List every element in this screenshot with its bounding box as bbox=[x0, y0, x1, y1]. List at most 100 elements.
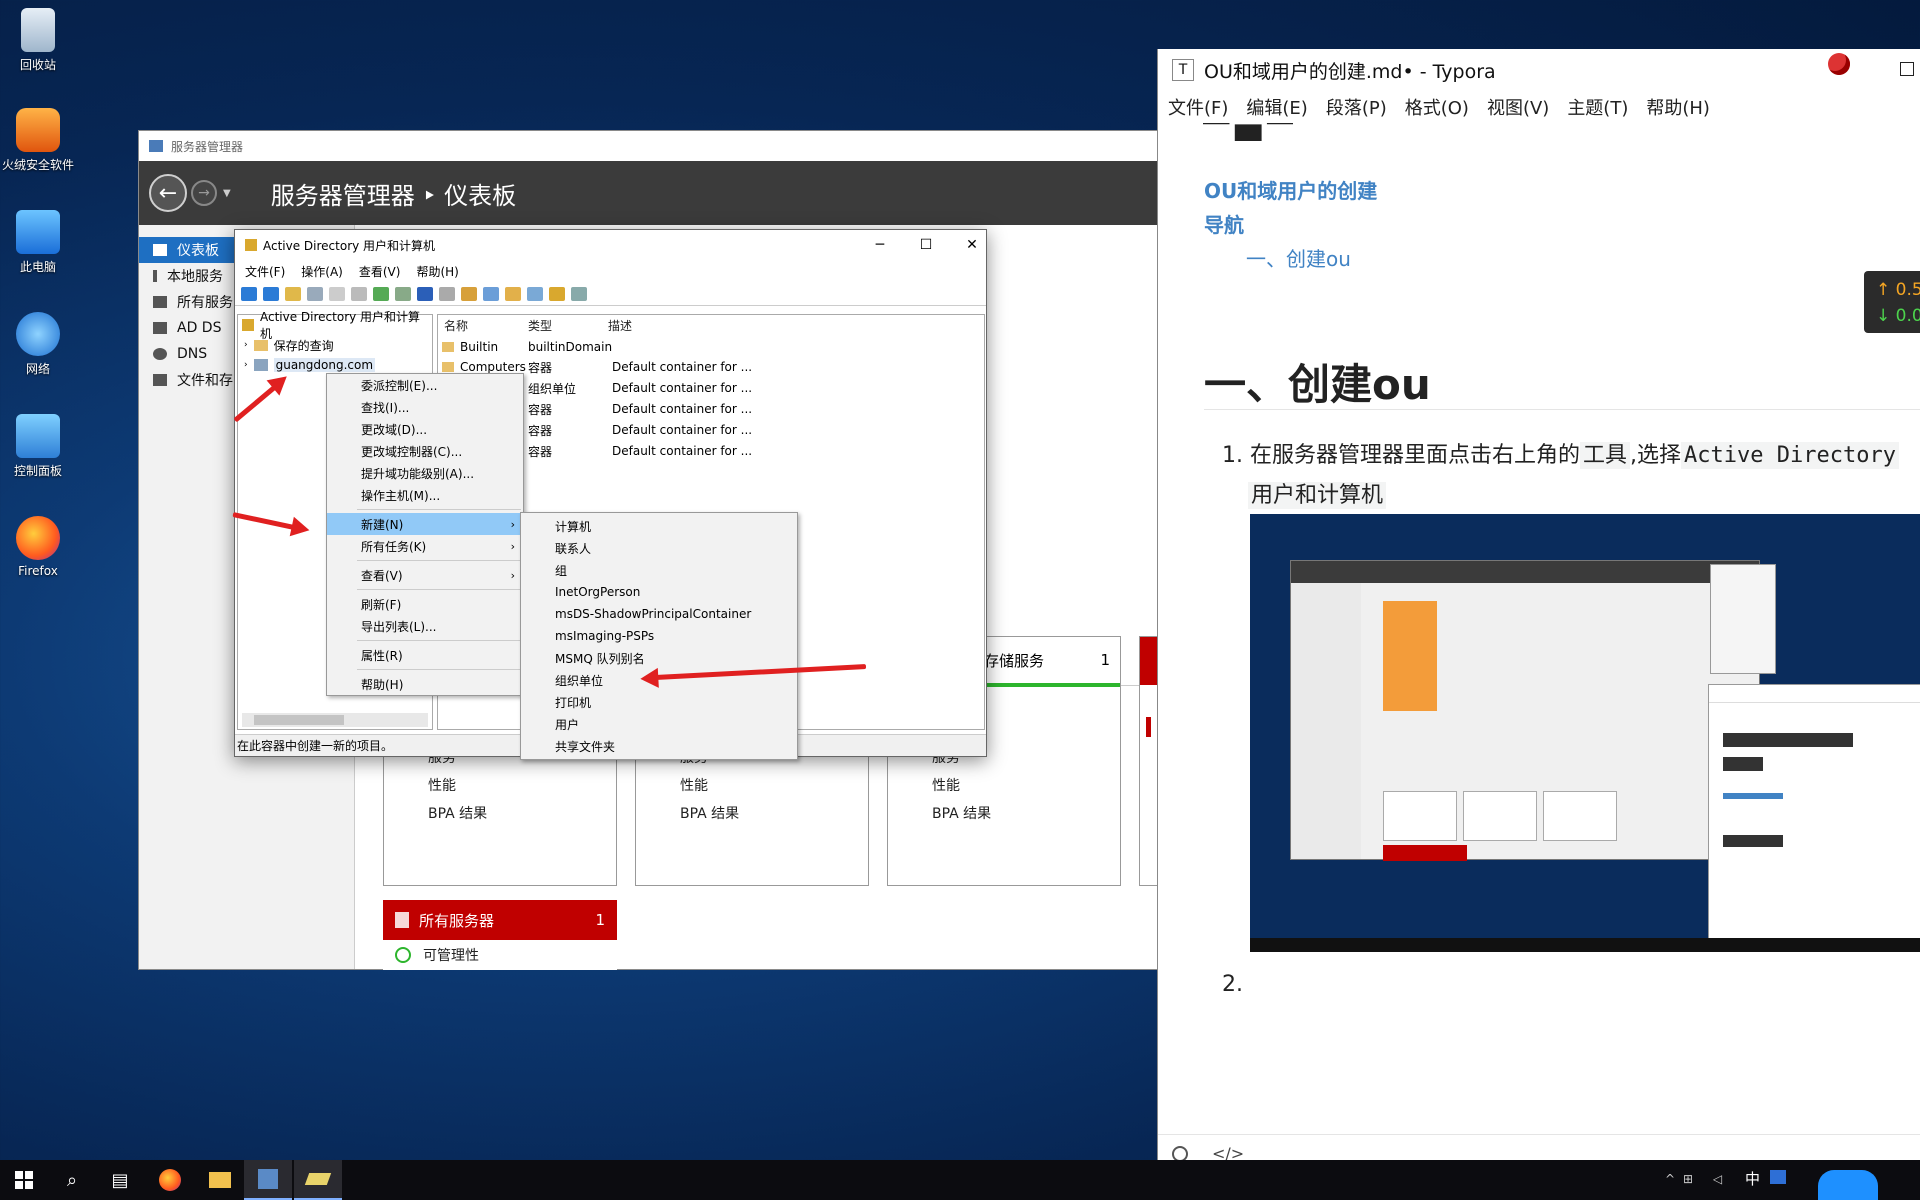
new-msmq-alias[interactable]: MSMQ 队列别名 bbox=[521, 647, 797, 669]
menu-item-operations-masters[interactable]: 操作主机(M)... bbox=[327, 484, 523, 506]
tile-performance[interactable]: 性能 bbox=[932, 775, 960, 795]
ime-indicator[interactable]: 中 bbox=[1745, 1168, 1760, 1189]
new-group-icon[interactable] bbox=[483, 286, 499, 301]
help-icon[interactable] bbox=[417, 286, 433, 301]
expand-icon[interactable]: › bbox=[244, 340, 248, 350]
col-name[interactable]: 名称 bbox=[444, 317, 468, 334]
menu-action[interactable]: 操作(A) bbox=[301, 263, 343, 280]
back-icon[interactable] bbox=[241, 286, 257, 301]
tile-performance[interactable]: 性能 bbox=[680, 775, 708, 795]
menu-paragraph[interactable]: 段落(P) bbox=[1326, 94, 1387, 120]
search-icon[interactable]: ⌕ bbox=[48, 1160, 96, 1200]
new-printer[interactable]: 打印机 bbox=[521, 691, 797, 713]
server-manager-taskbar-icon[interactable] bbox=[244, 1160, 292, 1200]
tree-scrollbar[interactable] bbox=[242, 713, 428, 727]
typora-taskbar-icon[interactable] bbox=[294, 1160, 342, 1200]
tile-bpa[interactable]: BPA 结果 bbox=[680, 803, 739, 823]
huorong-icon[interactable]: 火绒安全软件 bbox=[2, 108, 74, 173]
filter-icon[interactable] bbox=[527, 286, 543, 301]
firefox-icon[interactable]: Firefox bbox=[2, 516, 74, 578]
close-button[interactable]: ✕ bbox=[949, 230, 995, 260]
step-1-text-a: 在服务器管理器里面点击右上角的 bbox=[1249, 443, 1580, 468]
system-tray-icons[interactable]: ^⊞ ◁ bbox=[1665, 1172, 1730, 1186]
toc-link-nav[interactable]: 导航 bbox=[1204, 208, 1377, 242]
tree-root[interactable]: Active Directory 用户和计算机 bbox=[238, 310, 432, 341]
new-shadow-principal-container[interactable]: msDS-ShadowPrincipalContainer bbox=[521, 603, 797, 625]
delegate-icon[interactable] bbox=[571, 286, 587, 301]
history-dropdown-icon[interactable]: ▼ bbox=[223, 188, 231, 199]
typora-titlebar[interactable]: T OU和域用户的创建.md• - Typora bbox=[1158, 49, 1920, 91]
menu-edit[interactable]: 编辑(E) bbox=[1246, 94, 1307, 120]
menu-help[interactable]: 帮助(H) bbox=[1646, 94, 1710, 120]
toc-link-title[interactable]: OU和域用户的创建 bbox=[1204, 174, 1377, 208]
tile-performance[interactable]: 性能 bbox=[428, 775, 456, 795]
menu-view[interactable]: 查看(V) bbox=[359, 263, 401, 280]
notification-icon[interactable] bbox=[1828, 53, 1850, 75]
firefox-taskbar-icon[interactable] bbox=[146, 1160, 194, 1200]
all-servers-manageability[interactable]: 可管理性 bbox=[423, 945, 479, 965]
file-explorer-icon[interactable] bbox=[196, 1160, 244, 1200]
network-icon[interactable]: 网络 bbox=[2, 312, 74, 377]
forward-button[interactable]: → bbox=[191, 180, 217, 206]
new-shared-folder[interactable]: 共享文件夹 bbox=[521, 735, 797, 757]
refresh-icon[interactable] bbox=[373, 286, 389, 301]
up-folder-icon[interactable] bbox=[285, 286, 301, 301]
menu-file[interactable]: 文件(F) bbox=[245, 263, 285, 280]
expand-icon[interactable]: › bbox=[244, 360, 248, 370]
find-icon[interactable] bbox=[549, 286, 565, 301]
menu-item-raise-level[interactable]: 提升域功能级别(A)... bbox=[327, 462, 523, 484]
new-msimaging-psps[interactable]: msImaging-PSPs bbox=[521, 625, 797, 647]
export-icon[interactable] bbox=[395, 286, 411, 301]
tile-bpa[interactable]: BPA 结果 bbox=[428, 803, 487, 823]
new-computer[interactable]: 计算机 bbox=[521, 515, 797, 537]
clipboard-icon[interactable] bbox=[329, 286, 345, 301]
menu-item-view[interactable]: 查看(V) › bbox=[327, 564, 523, 586]
tile-bpa[interactable]: BPA 结果 bbox=[932, 803, 991, 823]
col-type[interactable]: 类型 bbox=[528, 317, 552, 334]
menu-item-properties[interactable]: 属性(R) bbox=[327, 644, 523, 666]
forward-icon[interactable] bbox=[263, 286, 279, 301]
table-row[interactable]: Builtin builtinDomain bbox=[442, 337, 612, 357]
menu-file[interactable]: 文件(F) bbox=[1168, 94, 1228, 120]
menu-item-all-tasks[interactable]: 所有任务(K) › bbox=[327, 535, 523, 557]
control-panel-icon[interactable]: 控制面板 bbox=[2, 414, 74, 479]
new-contact[interactable]: 联系人 bbox=[521, 537, 797, 559]
col-desc[interactable]: 描述 bbox=[608, 317, 632, 334]
menu-item-find[interactable]: 查找(I)... bbox=[327, 396, 523, 418]
new-user-icon[interactable] bbox=[461, 286, 477, 301]
embedded-screenshot[interactable] bbox=[1250, 514, 1920, 952]
recycle-bin-icon[interactable]: 回收站 bbox=[2, 8, 74, 73]
new-inetorgperson[interactable]: InetOrgPerson bbox=[521, 581, 797, 603]
new-group[interactable]: 组 bbox=[521, 559, 797, 581]
ime-toolbar[interactable] bbox=[1818, 1170, 1878, 1200]
this-pc-icon[interactable]: 此电脑 bbox=[2, 210, 74, 275]
menu-item-refresh[interactable]: 刷新(F) bbox=[327, 593, 523, 615]
baidu-ime-icon[interactable] bbox=[1770, 1170, 1786, 1184]
menu-format[interactable]: 格式(O) bbox=[1405, 94, 1469, 120]
server-manager-titlebar[interactable]: 服务器管理器 bbox=[139, 131, 1157, 161]
maximize-button[interactable]: ☐ bbox=[903, 230, 949, 260]
back-button[interactable]: ← bbox=[149, 174, 187, 212]
properties-icon[interactable] bbox=[351, 286, 367, 301]
task-view-icon[interactable]: ▤ bbox=[96, 1160, 144, 1200]
menu-help[interactable]: 帮助(H) bbox=[416, 263, 458, 280]
show-tree-icon[interactable] bbox=[307, 286, 323, 301]
menu-item-change-dc[interactable]: 更改域控制器(C)... bbox=[327, 440, 523, 462]
menu-theme[interactable]: 主题(T) bbox=[1567, 94, 1628, 120]
new-user[interactable]: 用户 bbox=[521, 713, 797, 735]
minimize-button[interactable]: ─ bbox=[857, 230, 903, 260]
menu-item-new[interactable]: 新建(N) › bbox=[327, 513, 523, 535]
menu-item-help[interactable]: 帮助(H) bbox=[327, 673, 523, 695]
menu-item-export[interactable]: 导出列表(L)... bbox=[327, 615, 523, 637]
menu-item-change-domain[interactable]: 更改域(D)... bbox=[327, 418, 523, 440]
new-ou-icon[interactable] bbox=[505, 286, 521, 301]
toc-link-create-ou[interactable]: 一、创建ou bbox=[1204, 242, 1377, 276]
start-button[interactable] bbox=[0, 1160, 48, 1200]
menu-item-delegate[interactable]: 委派控制(E)... bbox=[327, 374, 523, 396]
menu-view[interactable]: 视图(V) bbox=[1487, 94, 1549, 120]
all-servers-tile[interactable]: 所有服务器 1 可管理性 bbox=[383, 900, 617, 970]
role-tile-partial[interactable] bbox=[1139, 636, 1158, 886]
console-icon[interactable] bbox=[439, 286, 455, 301]
maximize-button[interactable] bbox=[1900, 62, 1914, 76]
tree-domain[interactable]: › guangdong.com bbox=[238, 355, 432, 375]
